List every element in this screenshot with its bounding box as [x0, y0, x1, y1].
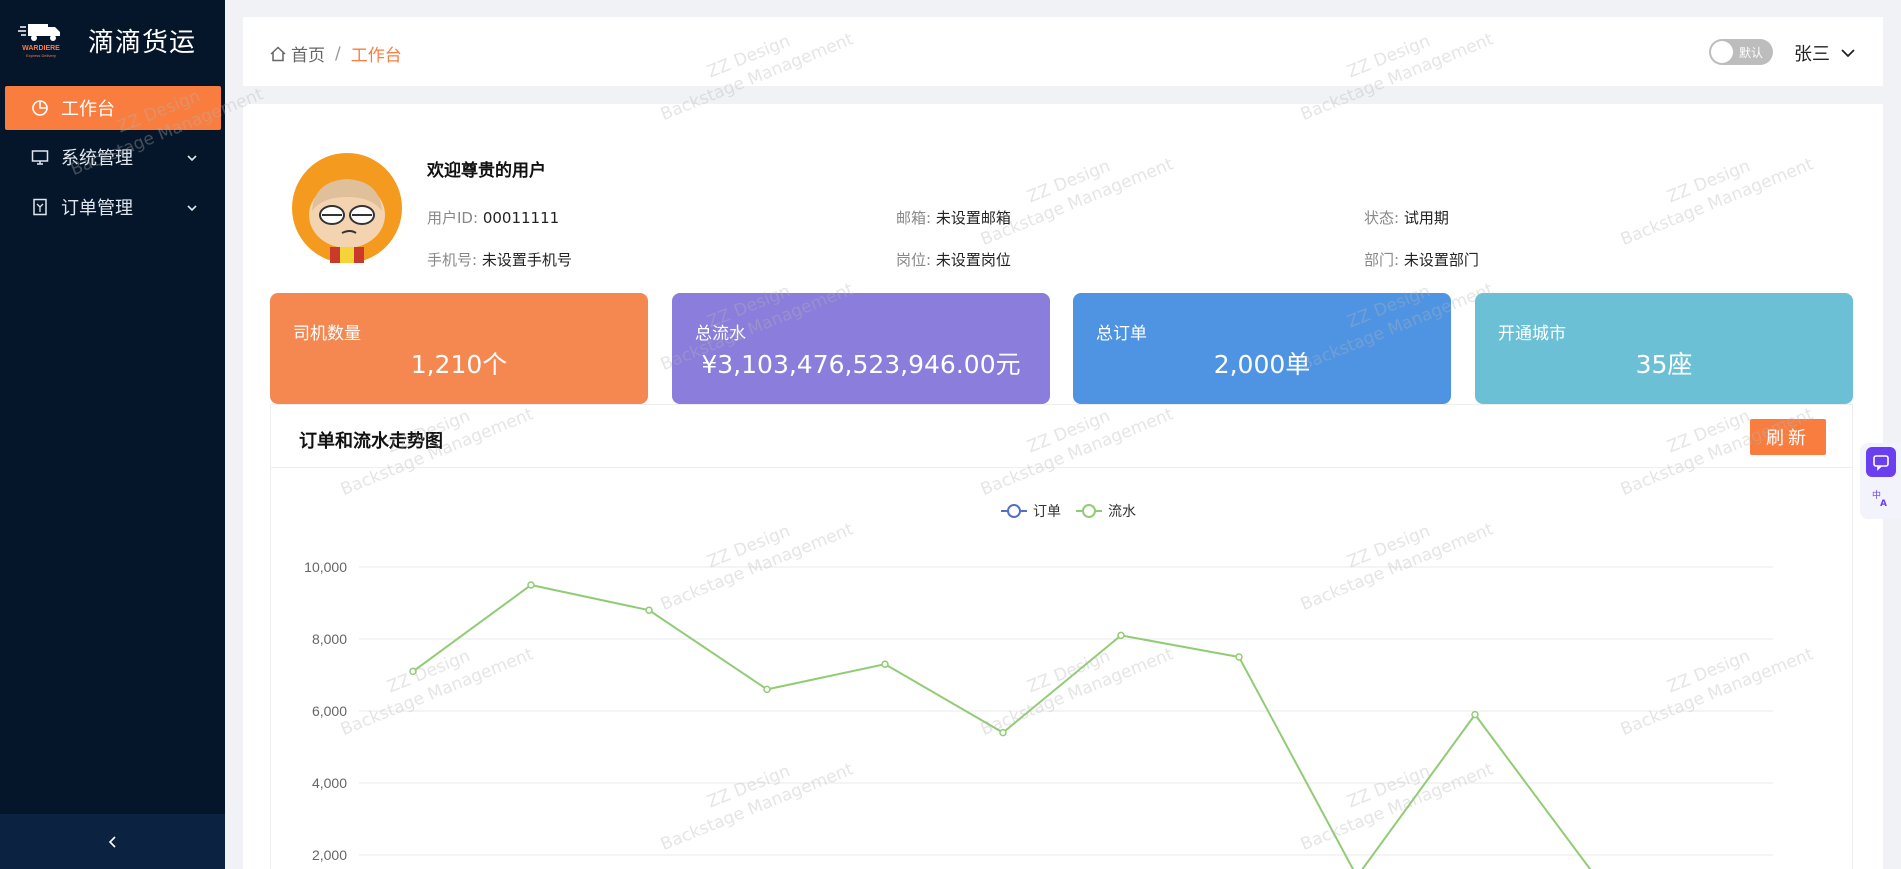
feedback-icon	[1873, 455, 1889, 471]
stat-card-cities: 开通城市 35座	[1475, 293, 1853, 404]
info-status: 状态: 试用期	[1364, 207, 1449, 228]
breadcrumb: 首页 / 工作台	[269, 41, 402, 66]
logo: WARDIERE Express Delivery	[18, 20, 64, 60]
legend-label: 订单	[1033, 504, 1061, 520]
brand: WARDIERE Express Delivery 滴滴货运	[0, 0, 225, 80]
data-point	[645, 606, 653, 614]
breadcrumb-separator: /	[335, 43, 341, 64]
translate-icon: 中A	[1872, 489, 1887, 508]
sidebar-collapse-button[interactable]	[0, 814, 225, 869]
sidebar-item-label: 工作台	[61, 99, 115, 120]
stat-value: 2,000单	[1213, 350, 1311, 379]
user-name: 张三	[1794, 44, 1830, 65]
stat-title: 开通城市	[1498, 324, 1566, 344]
home-icon	[270, 45, 286, 61]
stat-value: 1,210个	[410, 350, 508, 379]
data-point	[409, 667, 417, 676]
series-line	[412, 583, 1592, 869]
info-label: 状态:	[1364, 209, 1400, 227]
dashboard-icon	[31, 99, 49, 117]
theme-toggle-label: 默认	[1739, 46, 1764, 60]
info-value: 未设置手机号	[481, 251, 572, 269]
info-label: 岗位:	[896, 251, 932, 269]
info-user-id: 用户ID: 00011111	[427, 207, 559, 228]
logo-text: WARDIERE	[22, 45, 60, 52]
data-point	[881, 660, 889, 668]
data-point	[1235, 653, 1243, 661]
chevron-down-icon	[1841, 49, 1855, 58]
logo-subtext: Express Delivery	[26, 53, 56, 58]
stat-value: ¥3,103,476,523,946.00元	[701, 350, 1021, 379]
sidebar-item-label: 订单管理	[61, 198, 133, 219]
top-header: 首页 / 工作台 默认 张三	[243, 17, 1883, 86]
floating-toolbar: 中A	[1860, 443, 1901, 519]
y-tick-label: 10,000	[304, 559, 347, 575]
translate-button[interactable]: 中A	[1866, 483, 1896, 513]
legend-marker	[1007, 504, 1021, 518]
y-tick-label: 4,000	[312, 775, 347, 791]
info-phone: 手机号: 未设置手机号	[427, 249, 572, 270]
info-department: 部门: 未设置部门	[1364, 249, 1479, 270]
user-menu[interactable]: 张三	[1794, 40, 1856, 66]
line-chart: 10,000 8,000 6,000 4,000 2,000 订单 流水	[304, 504, 1773, 869]
info-value: 未设置邮箱	[935, 209, 1011, 227]
app-title: 滴滴货运	[88, 27, 197, 58]
info-label: 手机号:	[427, 251, 478, 269]
breadcrumb-current: 工作台	[350, 46, 402, 66]
monitor-icon	[31, 148, 49, 166]
svg-text:A: A	[1880, 499, 1887, 508]
theme-toggle[interactable]: 默认	[1709, 39, 1773, 65]
legend-label: 流水	[1108, 504, 1136, 520]
stat-card-orders: 总订单 2,000单	[1073, 293, 1451, 404]
info-email: 邮箱: 未设置邮箱	[896, 207, 1011, 228]
legend-marker	[1082, 504, 1096, 518]
stat-value: 35座	[1635, 350, 1693, 379]
order-icon	[31, 198, 49, 216]
info-value: 00011111	[482, 209, 560, 227]
y-tick-label: 8,000	[312, 631, 347, 647]
y-tick-label: 2,000	[312, 847, 347, 863]
sidebar-item-system[interactable]: 系统管理	[5, 135, 221, 179]
chart-title: 订单和流水走势图	[299, 431, 443, 452]
breadcrumb-home-link[interactable]: 首页	[291, 41, 325, 66]
data-point	[1117, 631, 1125, 640]
sidebar-item-orders[interactable]: 订单管理	[5, 185, 221, 229]
stat-title: 总流水	[695, 324, 746, 344]
sidebar: WARDIERE Express Delivery 滴滴货运 工作台 系统管理 …	[0, 0, 225, 869]
chevron-down-icon	[185, 149, 199, 170]
stat-title: 总订单	[1096, 324, 1147, 344]
info-value: 试用期	[1403, 209, 1449, 227]
avatar	[292, 153, 402, 263]
welcome-text: 欢迎尊贵的用户	[427, 161, 546, 181]
info-position: 岗位: 未设置岗位	[896, 249, 1011, 270]
toggle-knob	[1711, 41, 1733, 63]
data-point	[999, 728, 1007, 737]
stat-title: 司机数量	[293, 324, 361, 344]
sidebar-item-dashboard[interactable]: 工作台	[5, 86, 221, 130]
y-tick-label: 6,000	[312, 703, 347, 719]
chevron-down-icon	[185, 199, 199, 220]
info-value: 未设置岗位	[935, 251, 1011, 269]
info-label: 邮箱:	[896, 209, 932, 227]
data-point	[763, 685, 771, 694]
chevron-left-icon	[108, 835, 116, 848]
info-label: 用户ID:	[427, 209, 479, 227]
data-point	[1471, 710, 1479, 719]
stat-card-revenue: 总流水 ¥3,103,476,523,946.00元	[672, 293, 1050, 404]
info-label: 部门:	[1364, 251, 1400, 269]
data-point	[527, 581, 535, 589]
sidebar-item-label: 系统管理	[61, 148, 133, 169]
main-content: 欢迎尊贵的用户 用户ID: 00011111 邮箱: 未设置邮箱 状态: 试用期…	[243, 104, 1883, 869]
truck-logo-icon: WARDIERE Express Delivery	[18, 24, 60, 58]
stat-card-drivers: 司机数量 1,210个	[270, 293, 648, 404]
info-value: 未设置部门	[1403, 251, 1479, 269]
refresh-button[interactable]: 刷新	[1750, 419, 1826, 455]
trend-chart-card: 订单和流水走势图 刷新 10,000 8,000 6,000 4,000 2,000 订单…	[270, 404, 1853, 869]
feedback-button[interactable]	[1866, 447, 1896, 477]
